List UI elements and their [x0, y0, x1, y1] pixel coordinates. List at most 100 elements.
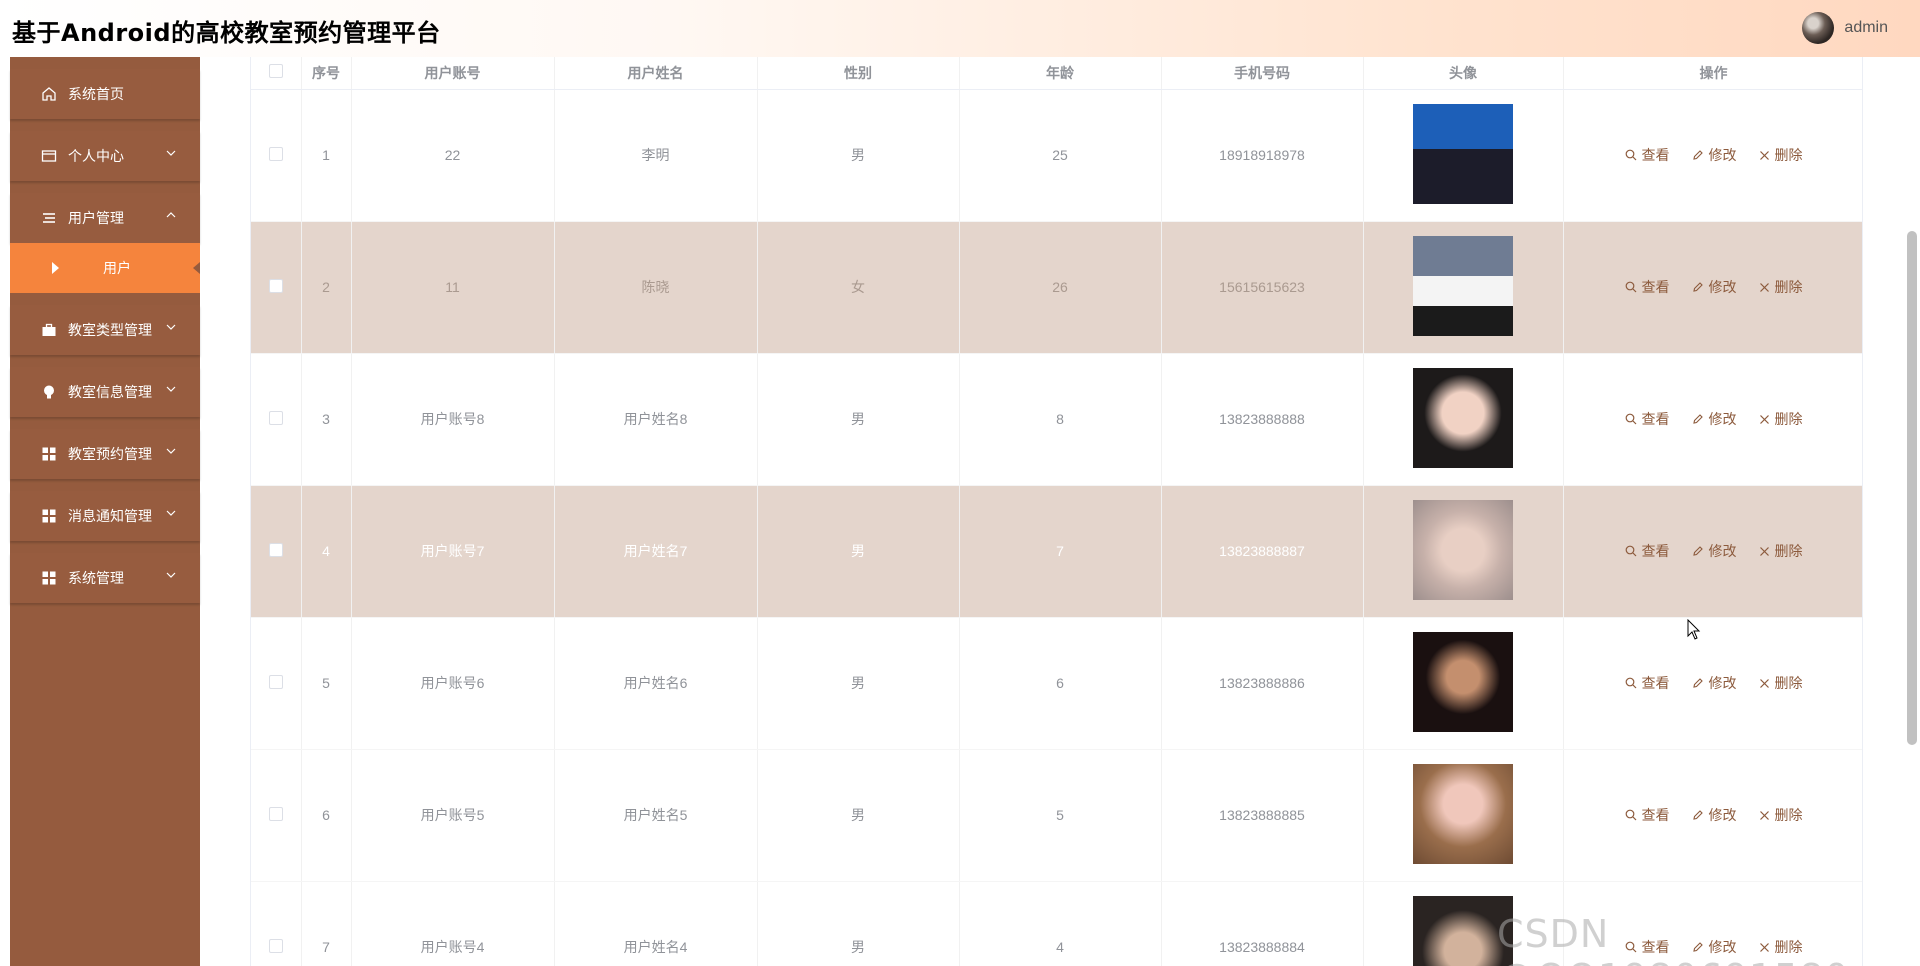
delete-button[interactable]: 删除: [1759, 409, 1803, 429]
edit-button[interactable]: 修改: [1692, 409, 1737, 429]
table-row: 6 用户账号5 用户姓名5 男 5 13823888885 查看 修改 删除: [251, 749, 1862, 882]
delete-label: 删除: [1774, 411, 1803, 427]
sidebar-item-classroom-type[interactable]: 教室类型管理: [10, 305, 200, 355]
grid-icon: [40, 569, 58, 587]
cell-avatar: [1363, 89, 1564, 222]
chevron-down-icon: [166, 448, 176, 454]
row-checkbox[interactable]: [268, 146, 283, 161]
row-checkbox[interactable]: [268, 674, 283, 689]
cell-account: 11: [351, 221, 555, 354]
view-button[interactable]: 查看: [1625, 277, 1670, 297]
sidebar-item-reservation[interactable]: 教室预约管理: [10, 429, 200, 479]
sidebar-item-system[interactable]: 系统管理: [10, 553, 200, 603]
scrollbar-thumb[interactable]: [1907, 231, 1917, 745]
sidebar-item-label: 个人中心: [68, 148, 124, 164]
row-select-cell[interactable]: [251, 749, 302, 882]
top-header: 基于Android的高校教室预约管理平台 admin: [0, 0, 1920, 57]
chevron-down-icon: [166, 572, 176, 578]
sidebar-item-home[interactable]: 系统首页: [10, 69, 200, 119]
delete-label: 删除: [1774, 675, 1803, 691]
row-checkbox[interactable]: [268, 278, 283, 293]
edit-label: 修改: [1708, 543, 1737, 559]
sidebar-item-personal-center[interactable]: 个人中心: [10, 131, 200, 181]
cell-name: 用户姓名5: [554, 749, 758, 882]
cell-age: 4: [959, 881, 1162, 966]
edit-label: 修改: [1708, 411, 1737, 427]
cell-index: 1: [301, 89, 352, 222]
cell-index: 6: [301, 749, 352, 882]
cell-actions: 查看 修改 删除: [1563, 89, 1862, 222]
column-header: 用户姓名: [554, 57, 758, 90]
user-photo[interactable]: [1413, 103, 1513, 204]
row-select-cell[interactable]: [251, 881, 302, 966]
cell-actions: 查看 修改 删除: [1563, 617, 1862, 750]
list-icon: [40, 209, 58, 227]
cell-phone: 18918918978: [1161, 89, 1364, 222]
delete-button[interactable]: 删除: [1759, 673, 1803, 693]
close-icon: [1759, 150, 1769, 160]
edit-button[interactable]: 修改: [1692, 673, 1737, 693]
edit-button[interactable]: 修改: [1692, 277, 1737, 297]
cell-name: 用户姓名7: [554, 485, 758, 618]
cell-gender: 男: [757, 749, 960, 882]
row-checkbox[interactable]: [268, 938, 283, 953]
edit-button[interactable]: 修改: [1692, 541, 1737, 561]
select-all-cell[interactable]: [251, 57, 302, 90]
delete-button[interactable]: 删除: [1759, 541, 1803, 561]
row-select-cell[interactable]: [251, 221, 302, 354]
cell-index: 2: [301, 221, 352, 354]
user-menu[interactable]: admin: [1802, 12, 1888, 44]
cell-avatar: [1363, 749, 1564, 882]
sidebar-item-classroom-info[interactable]: 教室信息管理: [10, 367, 200, 417]
user-photo[interactable]: [1413, 763, 1513, 864]
delete-button[interactable]: 删除: [1759, 805, 1803, 825]
bulb-icon: [40, 383, 58, 401]
select-all-checkbox[interactable]: [268, 64, 283, 79]
row-select-cell[interactable]: [251, 89, 302, 222]
cell-age: 25: [959, 89, 1162, 222]
cell-age: 7: [959, 485, 1162, 618]
row-select-cell[interactable]: [251, 485, 302, 618]
row-checkbox[interactable]: [268, 410, 283, 425]
grid-icon: [40, 507, 58, 525]
view-button[interactable]: 查看: [1625, 805, 1670, 825]
scrollbar[interactable]: [1903, 57, 1920, 966]
row-checkbox[interactable]: [268, 542, 283, 557]
cell-index: 4: [301, 485, 352, 618]
cell-phone: 13823888886: [1161, 617, 1364, 750]
cell-age: 8: [959, 353, 1162, 486]
edit-label: 修改: [1708, 147, 1737, 163]
user-photo[interactable]: [1413, 631, 1513, 732]
view-button[interactable]: 查看: [1625, 673, 1670, 693]
delete-button[interactable]: 删除: [1759, 145, 1803, 165]
sidebar-item-notification[interactable]: 消息通知管理: [10, 491, 200, 541]
user-photo[interactable]: [1413, 235, 1513, 336]
cell-account: 用户账号5: [351, 749, 555, 882]
edit-button[interactable]: 修改: [1692, 145, 1737, 165]
row-select-cell[interactable]: [251, 353, 302, 486]
app-title: 基于Android的高校教室预约管理平台: [12, 19, 441, 47]
edit-button[interactable]: 修改: [1692, 805, 1737, 825]
row-checkbox[interactable]: [268, 806, 283, 821]
avatar[interactable]: [1802, 12, 1835, 44]
delete-button[interactable]: 删除: [1759, 277, 1803, 297]
cell-avatar: [1363, 221, 1564, 354]
view-label: 查看: [1641, 675, 1670, 691]
user-photo[interactable]: [1413, 367, 1513, 468]
sidebar-item-label: 系统首页: [68, 86, 124, 102]
view-button[interactable]: 查看: [1625, 145, 1670, 165]
user-photo[interactable]: [1413, 499, 1513, 600]
cell-phone: 13823888884: [1161, 881, 1364, 966]
cell-index: 3: [301, 353, 352, 486]
delete-label: 删除: [1774, 543, 1803, 559]
view-button[interactable]: 查看: [1625, 541, 1670, 561]
sidebar-item-user-management[interactable]: 用户管理: [10, 193, 200, 243]
edit-label: 修改: [1708, 807, 1737, 823]
sidebar-item-label: 教室信息管理: [68, 384, 152, 400]
row-select-cell[interactable]: [251, 617, 302, 750]
view-button[interactable]: 查看: [1625, 409, 1670, 429]
sidebar-item-label: 教室类型管理: [68, 322, 152, 338]
cell-age: 26: [959, 221, 1162, 354]
username[interactable]: admin: [1844, 19, 1888, 37]
sidebar-subitem-user[interactable]: 用户: [10, 243, 200, 293]
